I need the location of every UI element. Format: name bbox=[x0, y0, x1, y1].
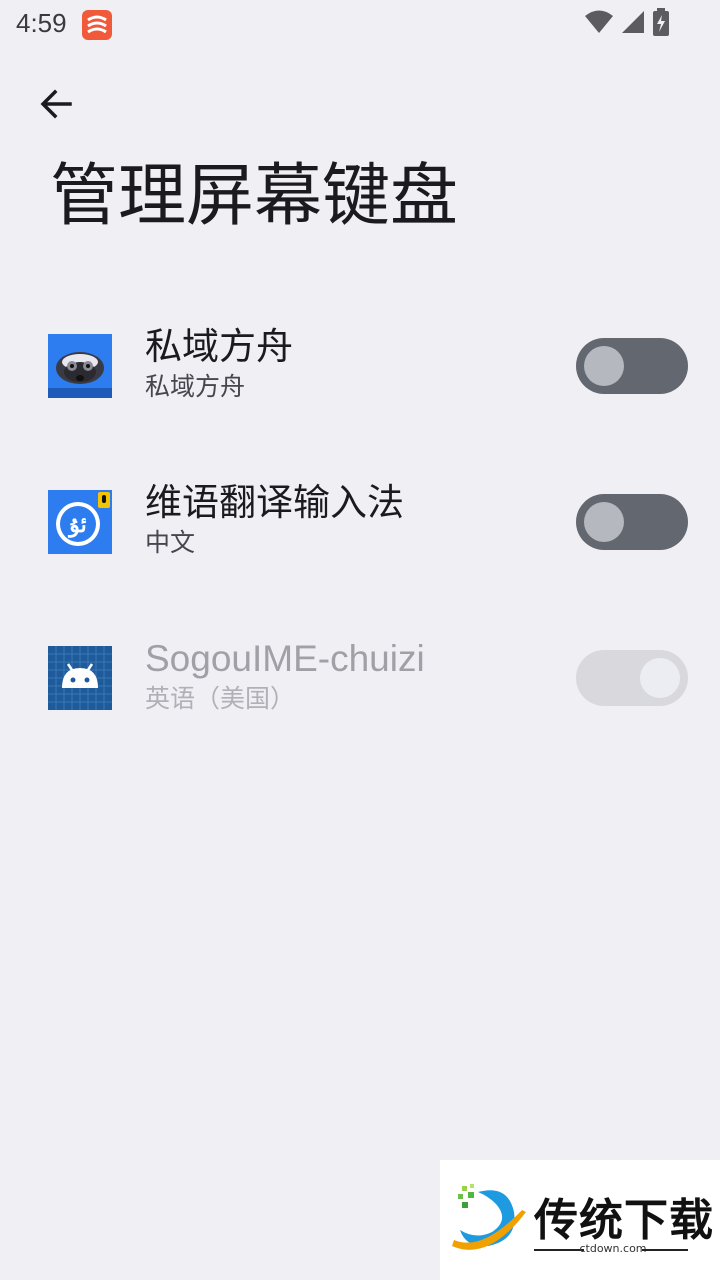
wifi-icon bbox=[584, 9, 614, 39]
keyboard-toggle[interactable] bbox=[576, 338, 688, 394]
keyboard-list: 私域方舟 私域方舟 ئۇ 维语翻译输入法 中文 SogouIME-chuizi … bbox=[0, 288, 720, 756]
toggle-knob bbox=[640, 658, 680, 698]
list-item: SogouIME-chuizi 英语（美国） bbox=[0, 600, 720, 756]
badger-app-icon bbox=[48, 334, 112, 398]
watermark-title: 传统下载 bbox=[534, 1195, 714, 1246]
status-bar: 4:59 bbox=[0, 0, 720, 50]
app-notification-icon bbox=[82, 10, 112, 40]
battery-charging-icon bbox=[652, 8, 670, 40]
android-app-icon bbox=[48, 646, 112, 710]
status-time: 4:59 bbox=[16, 8, 67, 38]
keyboard-title: 私域方舟 bbox=[145, 325, 293, 368]
uyghur-translate-app-icon: ئۇ bbox=[48, 490, 112, 554]
keyboard-subtitle: 中文 bbox=[145, 528, 196, 557]
watermark-url: ctdown.com bbox=[579, 1242, 647, 1255]
cell-signal-icon bbox=[620, 9, 646, 39]
ctdown-logo-icon bbox=[448, 1182, 530, 1262]
back-button[interactable] bbox=[30, 80, 82, 132]
toggle-knob bbox=[584, 502, 624, 542]
keyboard-subtitle: 私域方舟 bbox=[145, 372, 246, 401]
toggle-knob bbox=[584, 346, 624, 386]
watermark-divider bbox=[534, 1249, 584, 1251]
watermark-divider bbox=[642, 1249, 688, 1251]
svg-text:ئۇ: ئۇ bbox=[67, 512, 87, 538]
list-item[interactable]: ئۇ 维语翻译输入法 中文 bbox=[0, 444, 720, 600]
keyboard-toggle[interactable] bbox=[576, 494, 688, 550]
page-title: 管理屏幕键盘 bbox=[50, 157, 459, 236]
keyboard-title: SogouIME-chuizi bbox=[145, 638, 425, 679]
arrow-back-icon bbox=[36, 84, 76, 128]
keyboard-toggle bbox=[576, 650, 688, 706]
keyboard-subtitle: 英语（美国） bbox=[145, 684, 296, 713]
watermark: 传统下载 ctdown.com bbox=[440, 1160, 720, 1280]
keyboard-title: 维语翻译输入法 bbox=[145, 481, 404, 524]
list-item[interactable]: 私域方舟 私域方舟 bbox=[0, 288, 720, 444]
